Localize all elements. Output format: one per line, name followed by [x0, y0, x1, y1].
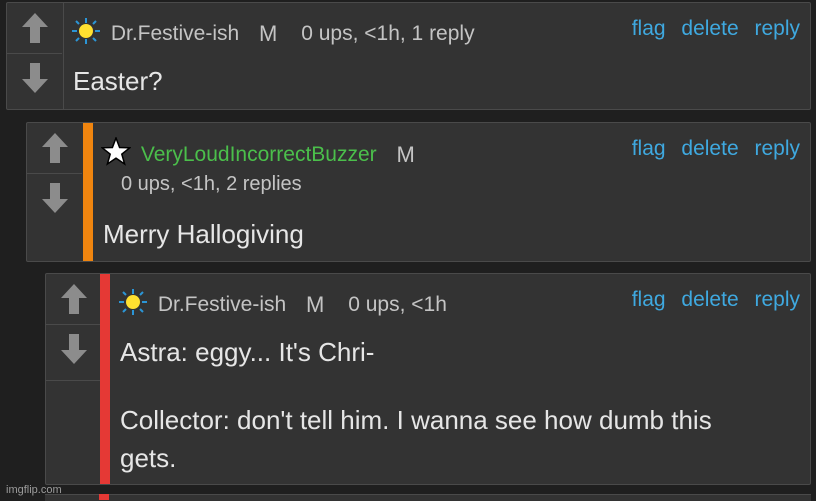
comment-content: Dr.Festive-ish M 0 ups, <1h flag delete …: [110, 274, 810, 484]
next-comment-accent: [99, 494, 109, 500]
comment-stats: 0 ups, <1h, 2 replies: [121, 173, 302, 195]
comment-body-line-3: gets.: [120, 443, 177, 473]
delete-link[interactable]: delete: [681, 288, 738, 311]
mod-badge: M: [306, 292, 325, 317]
comment-stats: 0 ups, <1h, 1 reply: [301, 22, 475, 45]
reply-link[interactable]: reply: [754, 137, 800, 160]
downvote-button[interactable]: [46, 324, 101, 374]
downvote-button[interactable]: [27, 173, 82, 223]
sun-icon: [118, 288, 148, 322]
watermark: imgflip.com: [6, 484, 62, 496]
delete-link[interactable]: delete: [681, 137, 738, 160]
username[interactable]: Dr.Festive-ish: [111, 22, 239, 45]
upvote-button[interactable]: [46, 274, 101, 325]
comment-stats: 0 ups, <1h: [348, 293, 447, 316]
flag-link[interactable]: flag: [632, 17, 666, 40]
comment-actions: flag delete reply: [622, 17, 800, 41]
comment-body-line-2: Collector: don't tell him. I wanna see h…: [120, 405, 712, 435]
vote-column: [27, 123, 84, 261]
sun-icon: [71, 17, 101, 51]
upvote-button[interactable]: [7, 3, 62, 54]
vote-column: [7, 3, 64, 109]
reply-link[interactable]: reply: [754, 288, 800, 311]
comment-content: VeryLoudIncorrectBuzzer M flag delete re…: [93, 123, 810, 261]
arrow-up-icon: [41, 133, 68, 163]
arrow-down-icon: [60, 334, 87, 364]
comment-1: Dr.Festive-ish M 0 ups, <1h, 1 reply fla…: [6, 2, 811, 110]
arrow-up-icon: [21, 13, 48, 43]
mod-badge: M: [259, 21, 278, 46]
delete-link[interactable]: delete: [681, 17, 738, 40]
arrow-up-icon: [60, 284, 87, 314]
comment-2: VeryLoudIncorrectBuzzer M flag delete re…: [26, 122, 811, 262]
comment-body-line-1: Astra: eggy... It's Chri-: [120, 337, 375, 367]
comment-actions: flag delete reply: [622, 137, 800, 161]
comment-body: Merry Hallogiving: [103, 219, 304, 249]
thread-accent-bar: [83, 123, 93, 261]
arrow-down-icon: [41, 183, 68, 213]
comment-body: Easter?: [73, 66, 163, 96]
reply-link[interactable]: reply: [754, 17, 800, 40]
vote-column: [46, 274, 103, 381]
flag-link[interactable]: flag: [632, 288, 666, 311]
star-icon: [100, 135, 132, 173]
comment-3: Dr.Festive-ish M 0 ups, <1h flag delete …: [45, 273, 811, 485]
username[interactable]: VeryLoudIncorrectBuzzer: [141, 143, 377, 166]
thread-accent-bar: [100, 274, 110, 484]
mod-badge: M: [396, 142, 415, 167]
upvote-button[interactable]: [27, 123, 82, 174]
username[interactable]: Dr.Festive-ish: [158, 293, 286, 316]
comment-content: Dr.Festive-ish M 0 ups, <1h, 1 reply fla…: [63, 3, 810, 109]
comment-actions: flag delete reply: [622, 288, 800, 312]
flag-link[interactable]: flag: [632, 137, 666, 160]
arrow-down-icon: [21, 63, 48, 93]
downvote-button[interactable]: [7, 53, 62, 103]
